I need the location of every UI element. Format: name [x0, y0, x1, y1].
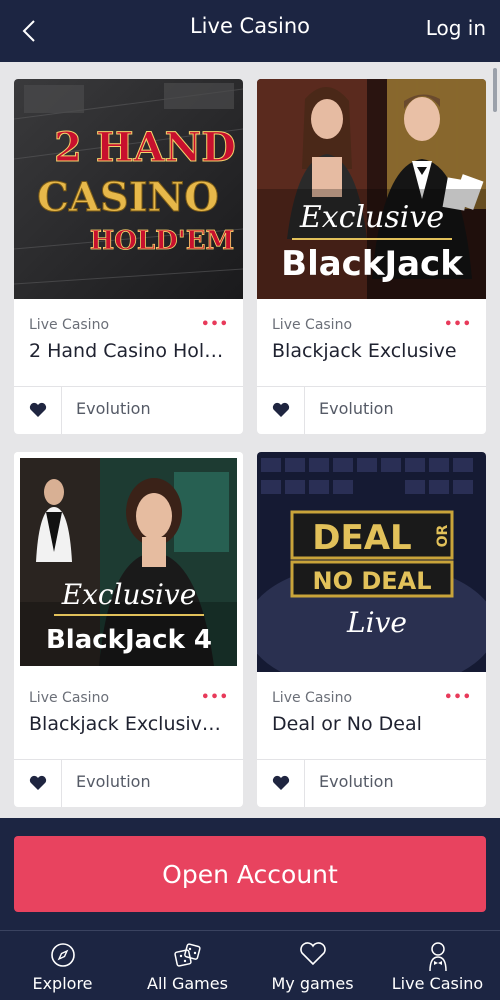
nav-label: My games — [271, 974, 354, 993]
heart-icon — [272, 775, 290, 790]
scrollbar[interactable] — [493, 68, 497, 112]
game-name: 2 Hand Casino Hold'… — [29, 340, 229, 362]
card-footer: Evolution — [14, 386, 243, 434]
art-text: Exclusive — [299, 200, 444, 235]
card-footer: Evolution — [14, 759, 243, 807]
game-grid[interactable]: 2 HAND CASINO HOLD'EM Live Casino ••• 2 … — [0, 62, 500, 818]
top-bar: Live Casino Log in — [0, 0, 500, 62]
art-text: Exclusive — [61, 578, 197, 611]
heart-icon — [299, 942, 326, 966]
game-card[interactable]: Exclusive BlackJack Live Casino ••• Blac… — [257, 79, 486, 434]
game-thumbnail[interactable]: DEAL OR NO DEAL Live — [257, 452, 486, 672]
game-thumbnail[interactable]: 2 HAND CASINO HOLD'EM — [14, 79, 243, 299]
favorite-button[interactable] — [257, 387, 305, 434]
dealer-icon — [428, 942, 447, 972]
more-options-icon[interactable]: ••• — [444, 690, 472, 705]
game-card[interactable]: Exclusive BlackJack 4 Live Casino ••• Bl… — [14, 452, 243, 807]
compass-icon — [50, 943, 75, 967]
art-text: BlackJack — [281, 244, 464, 284]
nav-label: All Games — [147, 974, 228, 993]
nav-live-casino[interactable]: Live Casino — [375, 931, 500, 1000]
game-thumbnail[interactable]: Exclusive BlackJack 4 — [14, 452, 243, 672]
nav-label: Explore — [32, 974, 93, 993]
art-text: HOLD'EM — [90, 226, 235, 256]
card-footer: Evolution — [257, 386, 486, 434]
favorite-button[interactable] — [257, 760, 305, 807]
art-text: NO DEAL — [312, 567, 431, 595]
heart-icon — [29, 775, 47, 790]
cta-bar: Open Account — [0, 818, 500, 930]
favorite-button[interactable] — [14, 387, 62, 434]
dice-icon — [173, 943, 201, 967]
art-text: OR — [435, 524, 451, 547]
game-category: Live Casino — [29, 317, 110, 333]
art-text: Live — [346, 606, 407, 639]
favorite-button[interactable] — [14, 760, 62, 807]
art-text: CASINO — [37, 174, 219, 221]
game-provider: Evolution — [76, 399, 151, 418]
open-account-button[interactable]: Open Account — [14, 836, 486, 912]
game-card[interactable]: DEAL OR NO DEAL Live Live Casino ••• Dea… — [257, 452, 486, 807]
game-provider: Evolution — [319, 399, 394, 418]
art-text: 2 HAND — [54, 124, 236, 171]
bottom-nav: Explore All Games My games Live Casino — [0, 930, 500, 1000]
game-provider: Evolution — [319, 772, 394, 791]
more-options-icon[interactable]: ••• — [201, 690, 229, 705]
login-button[interactable]: Log in — [426, 16, 486, 40]
heart-icon — [29, 402, 47, 417]
game-name: Deal or No Deal — [272, 713, 422, 735]
game-category: Live Casino — [272, 690, 353, 706]
game-name: Blackjack Exclusive 4 — [29, 713, 229, 735]
card-footer: Evolution — [257, 759, 486, 807]
game-card[interactable]: 2 HAND CASINO HOLD'EM Live Casino ••• 2 … — [14, 79, 243, 434]
game-category: Live Casino — [272, 317, 353, 333]
nav-my-games[interactable]: My games — [250, 931, 375, 1000]
nav-all-games[interactable]: All Games — [125, 931, 250, 1000]
art-text: BlackJack 4 — [46, 625, 212, 655]
more-options-icon[interactable]: ••• — [444, 317, 472, 332]
nav-explore[interactable]: Explore — [0, 931, 125, 1000]
game-thumbnail[interactable]: Exclusive BlackJack — [257, 79, 486, 299]
game-name: Blackjack Exclusive — [272, 340, 457, 362]
game-provider: Evolution — [76, 772, 151, 791]
art-text: DEAL — [312, 518, 411, 558]
heart-icon — [272, 402, 290, 417]
nav-label: Live Casino — [391, 974, 484, 993]
more-options-icon[interactable]: ••• — [201, 317, 229, 332]
game-category: Live Casino — [29, 690, 110, 706]
